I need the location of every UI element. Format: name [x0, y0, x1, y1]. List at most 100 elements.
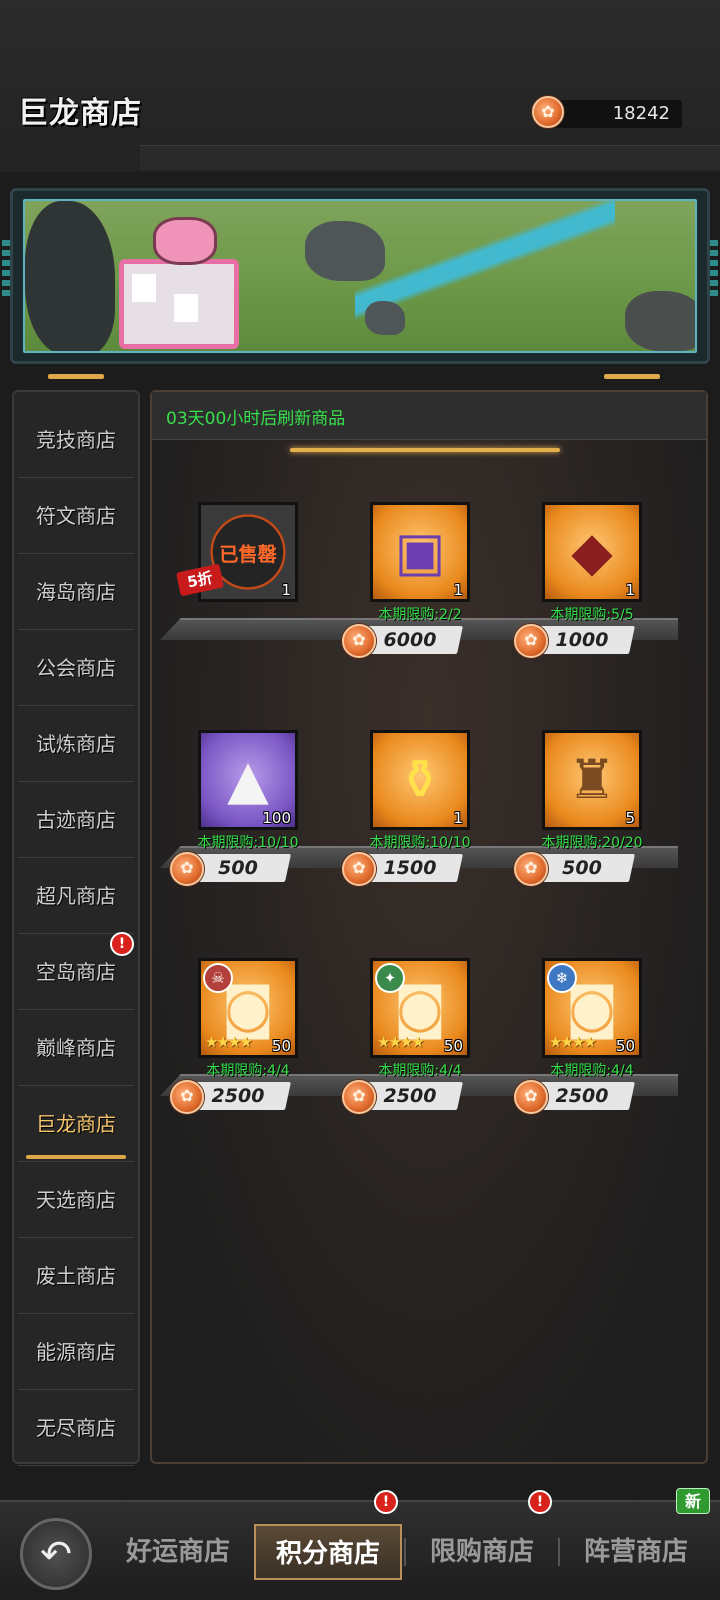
back-arrow-icon: ↶	[40, 1532, 72, 1576]
tab-label: 积分商店	[275, 1539, 380, 1569]
sidebar-item-transcend[interactable]: 超凡商店	[18, 858, 134, 934]
sidebar-item-ruins[interactable]: 古迹商店	[18, 782, 134, 858]
sidebar-item-arena[interactable]: 竞技商店	[18, 402, 134, 478]
tab-limited-shop[interactable]: 限购商店	[408, 1524, 556, 1580]
sidebar-item-rune[interactable]: 符文商店	[18, 478, 134, 554]
tab-lucky-shop[interactable]: 好运商店	[104, 1524, 252, 1580]
star-rating: ★★★★	[205, 1033, 253, 1051]
tab-label: 限购商店	[429, 1537, 534, 1567]
sidebar-item-label: 符文商店	[36, 504, 116, 528]
sidebar-item-label: 巅峰商店	[36, 1036, 116, 1060]
item-quantity: 1	[281, 581, 291, 599]
frost-faction-icon: ❄	[547, 963, 577, 993]
purchase-limit: 本期限购:5/5	[550, 607, 634, 623]
treasure-chest-icon: ▣ 1	[370, 502, 470, 602]
header: 巨龙商店 18242	[0, 0, 720, 172]
sidebar-item-trial[interactable]: 试炼商店	[18, 706, 134, 782]
shop-item[interactable]: ⚱ 1 本期限购:10/10 1500	[330, 730, 480, 900]
sidebar-item-dragon[interactable]: 巨龙商店	[18, 1086, 134, 1162]
back-button[interactable]: ↶	[20, 1518, 92, 1590]
notification-badge: !	[374, 1490, 398, 1514]
item-quantity: 1	[453, 809, 463, 827]
item-quantity: 50	[615, 1037, 635, 1055]
bottom-tab-bar: ↶ 好运商店 积分商店 限购商店 阵营商店 ! ! 新	[0, 1488, 720, 1600]
sidebar-item-label: 能源商店	[36, 1340, 116, 1364]
sidebar-item-label: 超凡商店	[36, 884, 116, 908]
tab-points-shop[interactable]: 积分商店	[254, 1524, 402, 1580]
sidebar-item-guild[interactable]: 公会商店	[18, 630, 134, 706]
refresh-bar: 03天00小时后刷新商品	[152, 392, 706, 440]
sidebar-item-peak[interactable]: 巅峰商店	[18, 1010, 134, 1086]
decorative-glow-line	[290, 448, 560, 452]
dragon-coin-icon	[342, 852, 376, 886]
dragon-egg-icon: ◆ 1	[542, 502, 642, 602]
shop-panel: 03天00小时后刷新商品 已售罄 1 5折 ▣ 1 本期限购:2/2 6000 …	[150, 390, 708, 1464]
sidebar-item-label: 公会商店	[36, 656, 116, 680]
shop-item[interactable]: ▲ 100 本期限购:10/10 500	[158, 730, 308, 900]
purchase-limit: 本期限购:4/4	[378, 1063, 462, 1079]
dragon-coin-icon	[170, 1080, 204, 1114]
tab-faction-shop[interactable]: 阵营商店	[562, 1524, 710, 1580]
star-rating: ★★★★	[377, 1033, 425, 1051]
sidebar-item-energy[interactable]: 能源商店	[18, 1314, 134, 1390]
sidebar-item-island[interactable]: 海岛商店	[18, 554, 134, 630]
item-quantity: 1	[625, 581, 635, 599]
golden-potion-icon: ⚱ 1	[370, 730, 470, 830]
shop-item[interactable]: 已售罄 1 5折	[158, 502, 308, 672]
shop-item[interactable]: ◆ 1 本期限购:5/5 1000	[502, 502, 652, 672]
ruin-art	[625, 291, 695, 351]
goblet-icon: ♜ 5	[542, 730, 642, 830]
tab-divider	[404, 1538, 406, 1566]
page-title: 巨龙商店	[18, 96, 142, 131]
tab-divider	[558, 1538, 560, 1566]
dragon-coin-icon	[170, 852, 204, 886]
dragon-coin-icon	[342, 624, 376, 658]
skull-faction-icon: ☠	[203, 963, 233, 993]
dragon-coin-icon	[514, 852, 548, 886]
shop-item[interactable]: ◙ ❄ ★★★★ 50 本期限购:4/4 2500	[502, 958, 652, 1128]
shop-sidebar: 竞技商店 符文商店 海岛商店 公会商店 试炼商店 古迹商店 超凡商店 空岛商店 …	[12, 390, 140, 1466]
puzzle-piece-skull-icon: ◙ ☠ ★★★★ 50	[198, 958, 298, 1058]
pig-bulletin-board-icon	[119, 259, 239, 349]
new-badge: 新	[676, 1488, 710, 1514]
purchase-limit: 本期限购:20/20	[541, 835, 643, 851]
purchase-limit: 本期限购:10/10	[197, 835, 299, 851]
purchase-limit: 本期限购:2/2	[378, 607, 462, 623]
pig-head-icon	[153, 217, 217, 265]
puzzle-piece-nature-icon: ◙ ✦ ★★★★ 50	[370, 958, 470, 1058]
purchase-limit: 本期限购:4/4	[550, 1063, 634, 1079]
decorative-light	[604, 374, 660, 379]
cliff-art	[25, 201, 115, 351]
rock-art	[365, 301, 405, 335]
shop-item[interactable]: ▣ 1 本期限购:2/2 6000	[330, 502, 480, 672]
shop-banner	[23, 199, 697, 353]
sidebar-item-label: 古迹商店	[36, 808, 116, 832]
notification-badge: !	[528, 1490, 552, 1514]
sidebar-item-endless[interactable]: 无尽商店	[18, 1390, 134, 1466]
sidebar-item-label: 海岛商店	[36, 580, 116, 604]
puzzle-piece-frost-icon: ◙ ❄ ★★★★ 50	[542, 958, 642, 1058]
sidebar-item-label: 试炼商店	[36, 732, 116, 756]
sidebar-item-chosen[interactable]: 天选商店	[18, 1162, 134, 1238]
currency-display: 18242	[532, 96, 682, 128]
item-quantity: 50	[271, 1037, 291, 1055]
star-rating: ★★★★	[549, 1033, 597, 1051]
shop-item[interactable]: ♜ 5 本期限购:20/20 500	[502, 730, 652, 900]
tab-label: 好运商店	[125, 1537, 230, 1567]
sidebar-item-wasteland[interactable]: 废土商店	[18, 1238, 134, 1314]
sidebar-item-label: 竞技商店	[36, 428, 116, 452]
rock-art	[305, 221, 385, 281]
decorative-light	[48, 374, 104, 379]
banner-frame	[10, 188, 710, 364]
purchase-limit: 本期限购:4/4	[206, 1063, 290, 1079]
purchase-limit: 本期限购:10/10	[369, 835, 471, 851]
shop-item[interactable]: ◙ ☠ ★★★★ 50 本期限购:4/4 2500	[158, 958, 308, 1128]
dragon-coin-icon	[514, 1080, 548, 1114]
sidebar-item-label: 巨龙商店	[36, 1112, 116, 1136]
refresh-countdown: 03天00小时后刷新商品	[166, 409, 346, 429]
tab-label: 阵营商店	[583, 1537, 688, 1567]
sidebar-item-label: 废土商店	[36, 1264, 116, 1288]
sidebar-item-label: 天选商店	[36, 1188, 116, 1212]
item-quantity: 5	[625, 809, 635, 827]
shop-item[interactable]: ◙ ✦ ★★★★ 50 本期限购:4/4 2500	[330, 958, 480, 1128]
